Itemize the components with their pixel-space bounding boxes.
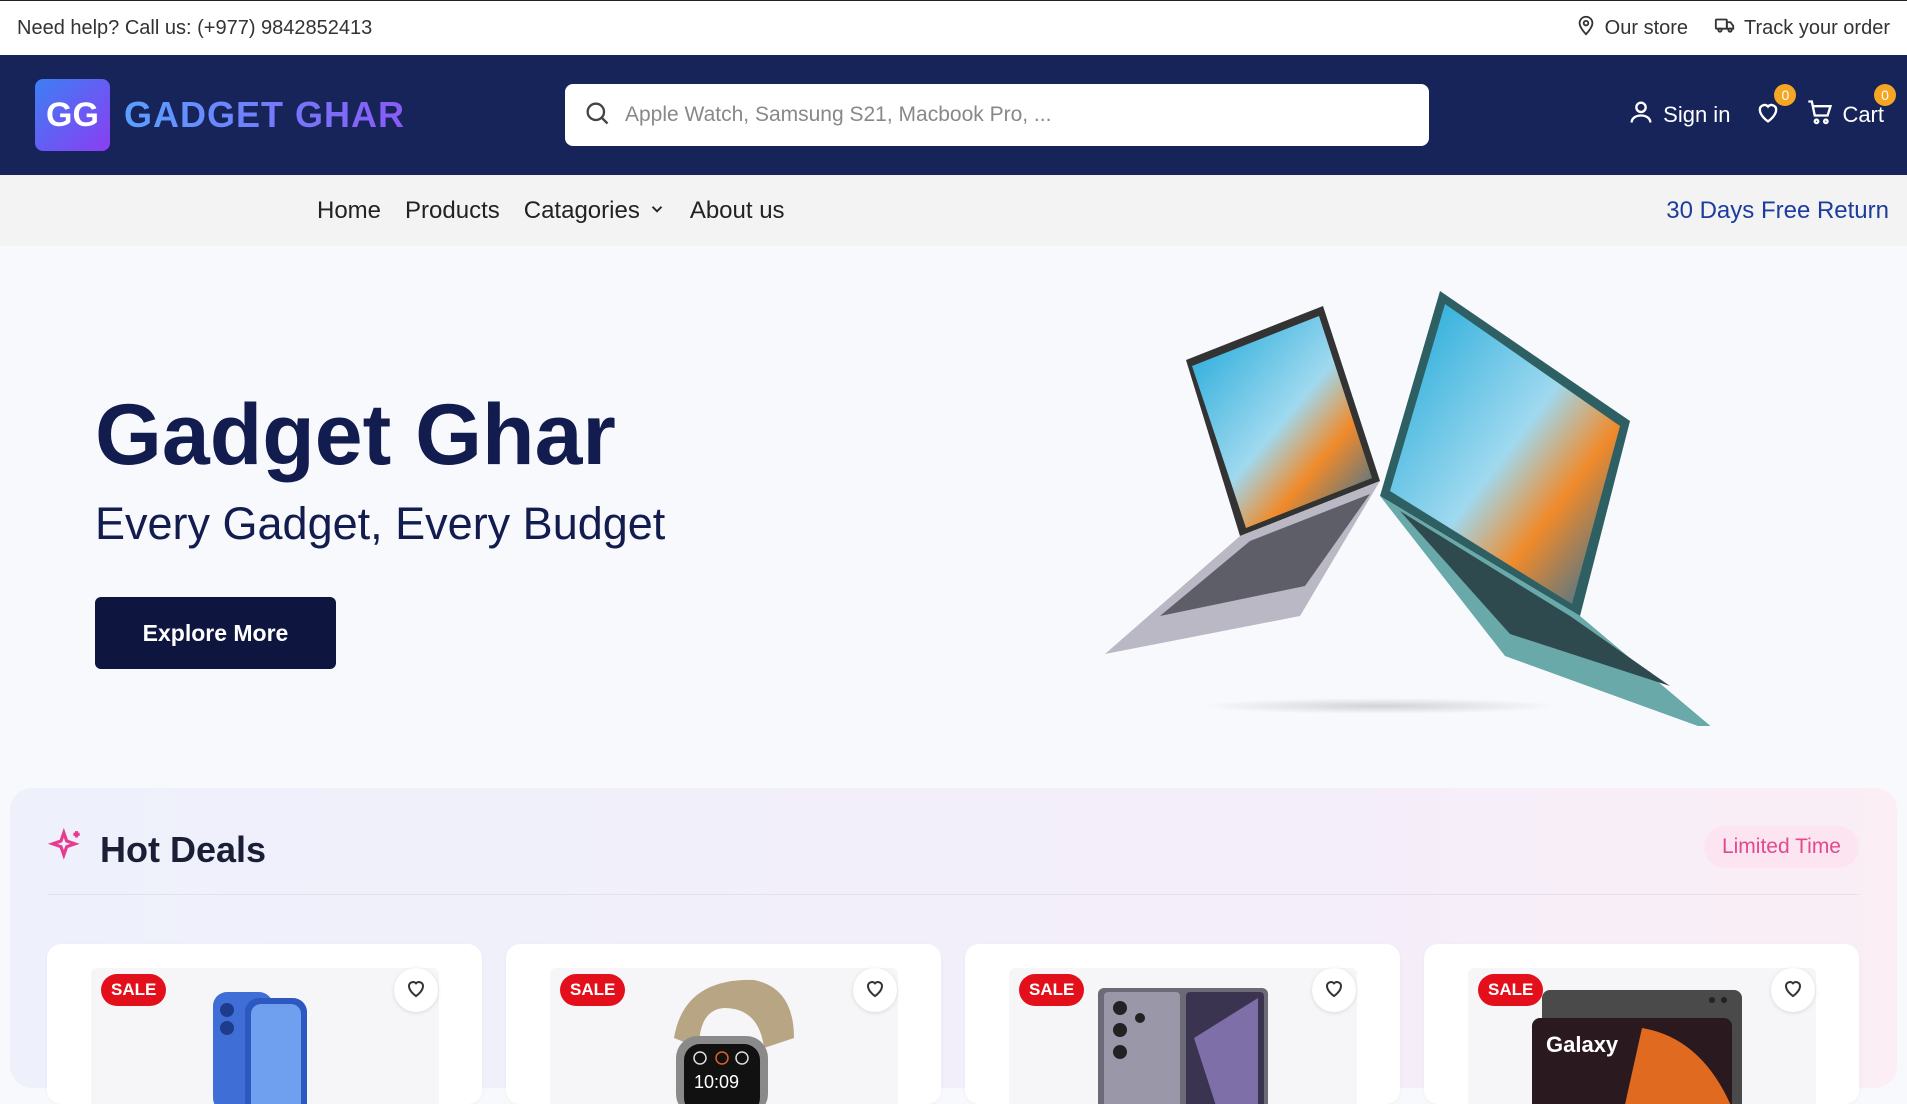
cart-count-badge: 0 bbox=[1874, 84, 1896, 106]
logo-badge: GG bbox=[35, 79, 110, 151]
cart-icon bbox=[1806, 98, 1834, 132]
top-bar: Need help? Call us: (+977) 9842852413 Ou… bbox=[0, 0, 1907, 55]
limited-time-badge: Limited Time bbox=[1703, 826, 1859, 868]
hot-deals-title: Hot Deals bbox=[100, 828, 267, 870]
laptops-hero-image bbox=[1105, 291, 1711, 726]
tablet-icon: Galaxy bbox=[1532, 990, 1742, 1104]
wishlist-toggle[interactable] bbox=[394, 968, 438, 1012]
sign-in-button[interactable]: Sign in bbox=[1627, 98, 1730, 132]
search-icon bbox=[583, 99, 625, 132]
hero-title: Gadget Ghar bbox=[95, 387, 616, 483]
watch-icon: 10:09 bbox=[674, 979, 794, 1104]
wishlist-toggle[interactable] bbox=[1771, 968, 1815, 1012]
heart-icon bbox=[863, 976, 887, 1005]
tablet-brand-text: Galaxy bbox=[1546, 1032, 1619, 1057]
heart-icon bbox=[404, 976, 428, 1005]
header-actions: Sign in 0 Cart 0 bbox=[1627, 84, 1896, 132]
watch-screen-time: 10:09 bbox=[694, 1072, 739, 1092]
sparkle-icon bbox=[47, 827, 86, 871]
hot-deals-section: Hot Deals Limited Time SALE 10:09 SALE S… bbox=[10, 788, 1897, 1104]
deals-cards: SALE 10:09 SALE SALE Galaxy SALE bbox=[47, 944, 1859, 1104]
hot-deals-header: Hot Deals bbox=[47, 827, 267, 871]
nav-item-products[interactable]: Products bbox=[405, 197, 500, 225]
wishlist-toggle[interactable] bbox=[853, 968, 897, 1012]
main-header: GG GADGET GHAR Sign in 0 Cart 0 bbox=[0, 55, 1907, 175]
phone-icon bbox=[213, 992, 307, 1104]
search-input[interactable] bbox=[625, 103, 1411, 127]
help-text: Need help? Call us: (+977) 9842852413 bbox=[17, 16, 373, 39]
main-nav: Home Products Catagories About us 30 Day… bbox=[0, 175, 1907, 246]
product-card[interactable]: 10:09 SALE bbox=[506, 944, 941, 1104]
sale-badge: SALE bbox=[1019, 974, 1085, 1006]
track-order-link[interactable]: Track your order bbox=[1714, 14, 1890, 42]
cart-button[interactable]: Cart 0 bbox=[1806, 84, 1896, 132]
sale-badge: SALE bbox=[560, 974, 626, 1006]
topbar-links: Our store Track your order bbox=[1575, 14, 1890, 42]
heart-icon bbox=[1322, 976, 1346, 1005]
cart-label: Cart bbox=[1842, 102, 1884, 127]
search-bar bbox=[565, 84, 1429, 146]
sale-badge: SALE bbox=[1478, 974, 1544, 1006]
user-icon bbox=[1627, 98, 1655, 132]
our-store-link[interactable]: Our store bbox=[1575, 14, 1688, 42]
phone-icon bbox=[1098, 988, 1268, 1104]
nav-item-categories-label: Catagories bbox=[523, 196, 640, 224]
hero-section: Gadget Ghar Every Gadget, Every Budget E… bbox=[0, 246, 1907, 786]
deals-divider bbox=[48, 894, 1859, 895]
nav-item-home[interactable]: Home bbox=[317, 197, 381, 225]
chevron-down-icon bbox=[648, 197, 666, 225]
location-pin-icon bbox=[1575, 14, 1597, 42]
sale-badge: SALE bbox=[101, 974, 167, 1006]
heart-icon bbox=[1781, 976, 1805, 1005]
nav-item-categories[interactable]: Catagories bbox=[524, 197, 666, 225]
truck-icon bbox=[1714, 14, 1736, 42]
track-order-label: Track your order bbox=[1744, 16, 1890, 39]
product-card[interactable]: SALE bbox=[47, 944, 482, 1104]
nav-item-about[interactable]: About us bbox=[690, 197, 785, 225]
logo-text: GADGET GHAR bbox=[124, 94, 405, 135]
product-card[interactable]: Galaxy SALE bbox=[1424, 944, 1859, 1104]
wishlist-count-badge: 0 bbox=[1774, 84, 1797, 106]
explore-more-button[interactable]: Explore More bbox=[95, 597, 336, 669]
nav-items: Home Products Catagories About us bbox=[317, 197, 785, 225]
product-card[interactable]: SALE bbox=[965, 944, 1400, 1104]
wishlist-button[interactable]: 0 bbox=[1754, 84, 1797, 132]
wishlist-toggle[interactable] bbox=[1312, 968, 1356, 1012]
logo[interactable]: GG GADGET GHAR bbox=[35, 79, 405, 151]
free-return-promo: 30 Days Free Return bbox=[1666, 196, 1889, 224]
our-store-label: Our store bbox=[1604, 16, 1689, 39]
hero-subtitle: Every Gadget, Every Budget bbox=[95, 498, 666, 549]
sign-in-label: Sign in bbox=[1663, 102, 1731, 127]
